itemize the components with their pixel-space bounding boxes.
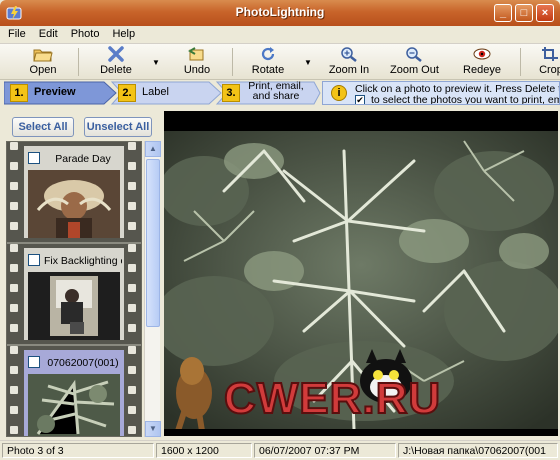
filmstrip-panel: Select All Unselect All Parade Day Fix B…: [4, 111, 161, 437]
zoom-in-button[interactable]: Zoom In: [328, 46, 370, 76]
step-label-tab[interactable]: 2. Label: [114, 82, 210, 104]
film-frame[interactable]: 07062007(001): [7, 346, 141, 436]
menu-bar: File Edit Photo Help: [0, 26, 560, 44]
film-frame[interactable]: Parade Day: [7, 142, 141, 242]
photo-checkbox[interactable]: [28, 254, 40, 266]
step-label: Label: [142, 86, 169, 98]
photo-checkbox[interactable]: [28, 152, 40, 164]
filmstrip: Parade Day Fix Backlighting on: [6, 141, 142, 437]
step-label: Preview: [34, 86, 76, 98]
step-print-share[interactable]: 3. Print, email, and share: [218, 80, 318, 104]
rotate-label: Rotate: [251, 64, 285, 76]
zoom-out-label: Zoom Out: [390, 64, 439, 76]
undo-icon: [188, 47, 204, 61]
redeye-button[interactable]: Redeye: [462, 46, 502, 76]
status-dimensions: 1600 x 1200: [156, 443, 252, 458]
redeye-icon: [473, 48, 491, 60]
crop-icon: [542, 47, 558, 61]
zoom-in-label: Zoom In: [328, 64, 370, 76]
window-title: PhotoLightning: [235, 5, 325, 19]
photo-thumbnail: [28, 374, 120, 436]
open-button[interactable]: Open: [26, 46, 60, 76]
info-icon: i: [331, 85, 347, 101]
status-datetime: 06/07/2007 07:37 PM: [254, 443, 396, 458]
info-line-2: to select the photos you want to print, …: [371, 94, 560, 105]
toolbar-separator: [78, 48, 79, 76]
rotate-dropdown-arrow[interactable]: ▼: [304, 58, 312, 67]
rotate-icon: [261, 47, 275, 61]
step-preview[interactable]: 1. Preview: [6, 82, 106, 104]
title-bar: PhotoLightning _ □ ×: [0, 0, 560, 26]
undo-button[interactable]: Undo: [182, 46, 212, 76]
zoom-out-button[interactable]: Zoom Out: [390, 46, 439, 76]
photo-preview-pane[interactable]: CWER.RU: [164, 111, 558, 436]
delete-x-icon: [108, 46, 124, 62]
film-frame-content: 07062007(001): [24, 350, 124, 436]
toolbar: Open Delete ▼ Undo Rotate ▼ Zoom In Zoom…: [0, 44, 560, 80]
scroll-thumb[interactable]: [146, 159, 160, 327]
scroll-up-arrow-icon[interactable]: ▲: [145, 141, 161, 157]
step-number: 1.: [10, 84, 28, 102]
photo-name: 07062007(001): [47, 357, 119, 369]
status-file-path: J:\Новая папка\07062007(001: [398, 443, 558, 458]
photo-name: Fix Backlighting on: [44, 255, 122, 267]
toolbar-separator: [520, 48, 521, 76]
film-frame[interactable]: Fix Backlighting on: [7, 244, 141, 344]
info-checkbox-icon: ✔: [355, 95, 365, 105]
menu-photo[interactable]: Photo: [63, 26, 105, 40]
close-button[interactable]: ×: [536, 4, 554, 22]
menu-edit[interactable]: Edit: [31, 26, 63, 40]
maximize-button[interactable]: □: [515, 4, 533, 22]
toolbar-separator: [232, 48, 233, 76]
minimize-button[interactable]: _: [494, 4, 512, 22]
film-frame-content: Fix Backlighting on: [24, 248, 124, 340]
photo-thumbnail: [28, 272, 120, 340]
delete-label: Delete: [100, 64, 132, 76]
photo-checkbox[interactable]: [28, 356, 40, 368]
undo-label: Undo: [183, 64, 211, 76]
crop-button[interactable]: Crop: [536, 46, 560, 76]
photo-name: Parade Day: [55, 153, 111, 165]
info-tip: i Click on a photo to preview it. Press …: [322, 81, 560, 105]
step-number: 2.: [118, 84, 136, 102]
menu-help[interactable]: Help: [104, 26, 140, 40]
watermark-text: CWER.RU: [224, 374, 441, 423]
redeye-label: Redeye: [463, 64, 501, 76]
open-folder-icon: [33, 49, 53, 62]
zoom-out-icon: [406, 47, 422, 62]
filmstrip-scrollbar[interactable]: ▲ ▼: [144, 141, 161, 437]
photo-thumbnail: [28, 170, 120, 238]
scroll-down-arrow-icon[interactable]: ▼: [145, 421, 161, 437]
rotate-button[interactable]: Rotate: [248, 46, 288, 76]
delete-button[interactable]: Delete: [96, 46, 136, 76]
step-label: Print, email, and share: [248, 80, 304, 102]
film-frame-content: Parade Day: [24, 146, 124, 238]
delete-dropdown-arrow[interactable]: ▼: [152, 58, 160, 67]
preview-photo: CWER.RU: [164, 131, 558, 429]
status-bar: Photo 3 of 3 1600 x 1200 06/07/2007 07:3…: [0, 440, 560, 460]
crop-label: Crop: [539, 64, 560, 76]
menu-file[interactable]: File: [0, 26, 31, 40]
step-number: 3.: [222, 84, 240, 102]
select-all-button[interactable]: Select All: [12, 117, 74, 137]
zoom-in-icon: [341, 47, 357, 62]
status-photo-count: Photo 3 of 3: [2, 443, 154, 458]
unselect-all-button[interactable]: Unselect All: [84, 117, 152, 137]
open-label: Open: [29, 64, 57, 76]
